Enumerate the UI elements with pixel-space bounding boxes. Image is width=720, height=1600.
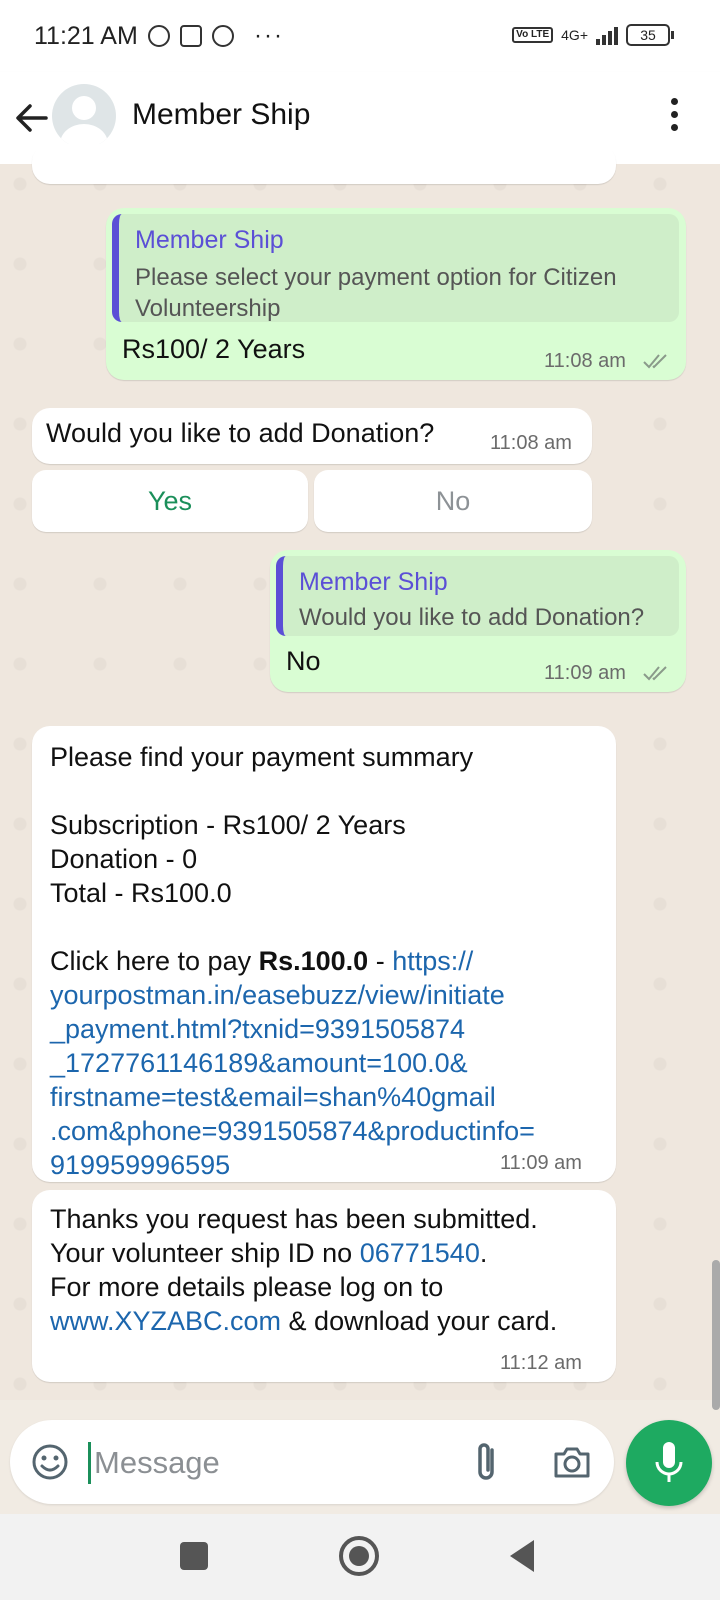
quoted-message[interactable]: Member Ship Would you like to add Donati…	[276, 556, 679, 636]
volte-icon: Vo LTE	[512, 27, 554, 43]
message-bubble-outgoing[interactable]: Member Ship Would you like to add Donati…	[270, 550, 686, 692]
pay-prefix: Click here to pay	[50, 946, 259, 976]
message-text: For more details please log on to	[50, 1272, 444, 1302]
message-time: 11:09 am	[544, 662, 626, 684]
back-arrow-icon[interactable]	[10, 96, 54, 140]
no-button[interactable]: No	[314, 470, 592, 532]
signal-icon	[596, 25, 618, 45]
id-suffix: .	[479, 1238, 488, 1268]
scrollbar[interactable]	[712, 1260, 720, 1410]
payment-link-line[interactable]: _payment.html?txnid=9391505874	[50, 1012, 610, 1046]
message-time: 11:09 am	[500, 1152, 582, 1174]
payment-summary-bubble[interactable]: Please find your payment summary Subscri…	[32, 726, 616, 1182]
message-text: Please find your payment summary	[50, 742, 474, 772]
pay-line: Click here to pay Rs.100.0 - https://	[50, 944, 610, 978]
payment-link-line[interactable]: .com&phone=9391505874&productinfo=	[50, 1114, 610, 1148]
battery-icon: 35	[626, 24, 674, 46]
screen: 11:21 AM ··· Vo LTE 4G+ 35 Member Ship M…	[0, 0, 720, 1600]
quote-sender: Member Ship	[299, 568, 448, 596]
previous-message-bubble	[32, 144, 616, 184]
pay-amount: Rs.100.0	[258, 946, 369, 976]
emoji-icon[interactable]	[30, 1442, 70, 1482]
home-icon[interactable]	[337, 1534, 381, 1578]
payment-link[interactable]: https://	[392, 946, 473, 976]
confirmation-bubble[interactable]: Thanks you request has been submitted. Y…	[32, 1190, 616, 1382]
message-text: No	[286, 646, 321, 676]
more-options-icon[interactable]	[668, 98, 680, 138]
quote-text: Please select your payment option for Ci…	[135, 264, 617, 322]
message-input[interactable]	[92, 1434, 456, 1492]
message-time: 11:12 am	[500, 1352, 582, 1374]
app-notification-icon	[148, 25, 170, 47]
quote-text: Would you like to add Donation?	[299, 604, 645, 631]
attach-icon[interactable]	[472, 1440, 502, 1484]
payment-link-line[interactable]: firstname=test&email=shan%40gmail	[50, 1080, 610, 1114]
website-line: www.XYZABC.com & download your card.	[50, 1304, 557, 1338]
nav-back-icon[interactable]	[506, 1536, 538, 1576]
website-link[interactable]: www.XYZABC.com	[50, 1306, 281, 1336]
message-text: Total - Rs100.0	[50, 878, 232, 908]
status-bar: 11:21 AM ··· Vo LTE 4G+ 35	[0, 0, 720, 72]
message-text: Thanks you request has been submitted.	[50, 1204, 538, 1234]
mic-icon	[655, 1442, 683, 1482]
tag-notification-icon	[212, 25, 234, 47]
system-nav-bar	[0, 1514, 720, 1600]
notification-icons: ···	[148, 22, 284, 50]
message-composer	[10, 1420, 614, 1504]
message-bubble-outgoing[interactable]: Member Ship Please select your payment o…	[106, 208, 686, 380]
network-type: 4G+	[561, 27, 588, 43]
avatar[interactable]	[52, 84, 116, 148]
pay-separator: -	[368, 946, 393, 976]
volunteer-id-link[interactable]: 06771540	[360, 1238, 480, 1268]
calendar-notification-icon	[180, 25, 202, 47]
volunteer-id-line: Your volunteer ship ID no 06771540.	[50, 1236, 487, 1270]
chat-area[interactable]: Member Ship Please select your payment o…	[0, 144, 720, 1410]
chat-title[interactable]: Member Ship	[132, 98, 310, 132]
yes-button[interactable]: Yes	[32, 470, 308, 532]
message-text: Rs100/ 2 Years	[122, 334, 306, 364]
website-suffix: & download your card.	[281, 1306, 558, 1336]
message-time: 11:08 am	[544, 350, 626, 372]
quoted-message[interactable]: Member Ship Please select your payment o…	[112, 214, 679, 322]
status-time: 11:21 AM	[34, 22, 138, 50]
payment-link-line[interactable]: yourpostman.in/easebuzz/view/initiate	[50, 978, 610, 1012]
message-text: Would you like to add Donation?	[46, 418, 435, 448]
payment-link-line[interactable]: _1727761146189&amount=100.0&	[50, 1046, 610, 1080]
message-text: Donation - 0	[50, 844, 198, 874]
message-time: 11:08 am	[490, 432, 572, 454]
text-cursor	[88, 1442, 91, 1484]
recent-apps-icon[interactable]	[180, 1542, 208, 1570]
mic-button[interactable]	[626, 1420, 712, 1506]
more-notifications-icon: ···	[254, 22, 284, 49]
status-right: Vo LTE 4G+ 35	[512, 24, 674, 46]
id-prefix: Your volunteer ship ID no	[50, 1238, 360, 1268]
camera-icon[interactable]	[552, 1442, 592, 1482]
read-ticks-icon	[643, 354, 667, 369]
read-ticks-icon	[643, 666, 667, 681]
message-text: Subscription - Rs100/ 2 Years	[50, 810, 406, 840]
message-bubble-incoming[interactable]: Would you like to add Donation? 11:08 am	[32, 408, 592, 464]
quote-sender: Member Ship	[135, 226, 284, 254]
